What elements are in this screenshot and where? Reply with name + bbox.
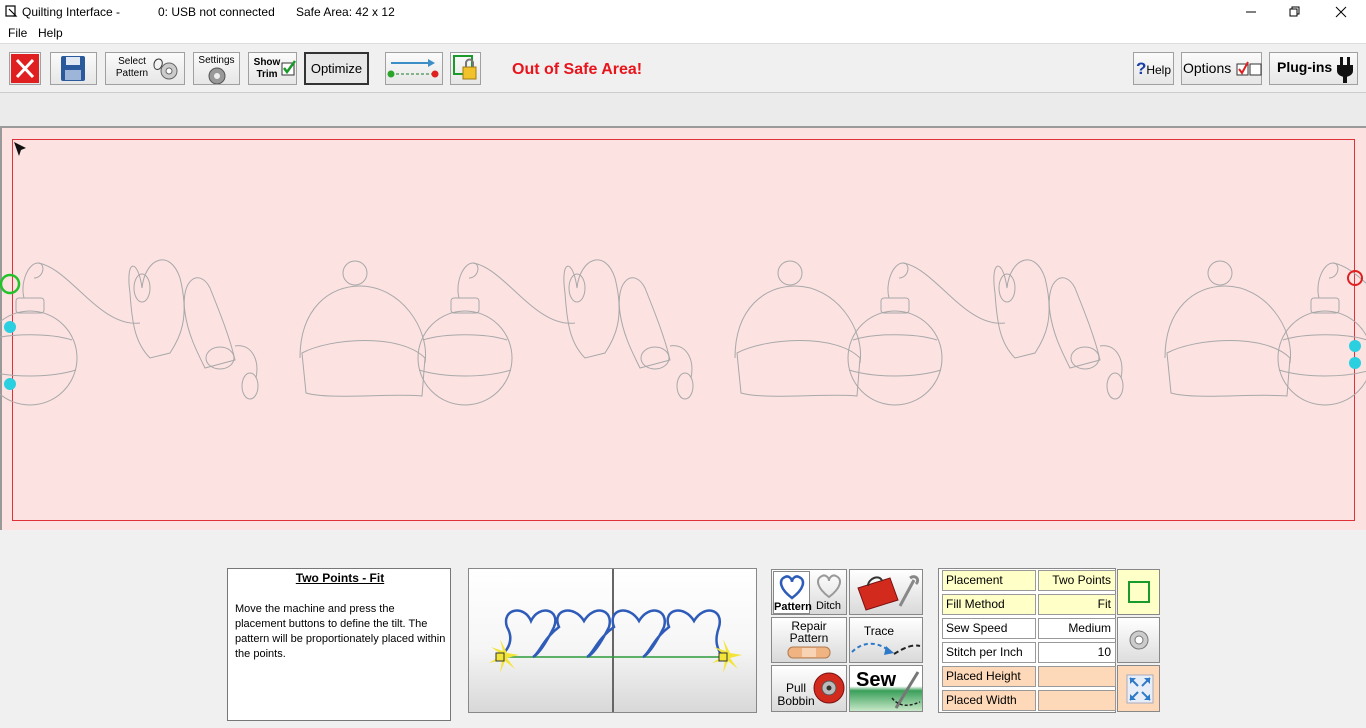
- property-row-stitch-per-inch: Stitch per Inch 10: [940, 641, 1116, 664]
- settings-button[interactable]: Settings: [193, 52, 240, 85]
- bandage-icon: [787, 646, 831, 659]
- property-label: Sew Speed: [942, 618, 1036, 639]
- menu-file[interactable]: File: [8, 26, 27, 40]
- select-pattern-button[interactable]: Select Pattern: [105, 52, 185, 85]
- placement-info-box: Two Points - Fit Move the machine and pr…: [227, 568, 451, 721]
- show-trim-line1: Show: [253, 57, 281, 68]
- question-icon: ?: [1135, 59, 1147, 78]
- property-row-sew-speed: Sew Speed Medium: [940, 617, 1116, 640]
- minimize-icon: [1246, 11, 1256, 13]
- plugins-button[interactable]: Plug-ins: [1269, 52, 1358, 85]
- lock-area-button[interactable]: [450, 52, 481, 85]
- trace-button[interactable]: Trace: [849, 617, 923, 663]
- plugins-label: Plug-ins: [1277, 59, 1333, 75]
- options-button[interactable]: Options: [1181, 52, 1262, 85]
- info-text: Move the machine and press the placement…: [235, 603, 446, 660]
- pattern-mode-button[interactable]: Pattern: [773, 571, 812, 614]
- close-window-button[interactable]: [1318, 0, 1364, 24]
- properties-table: Placement Two Points Fill Method Fit Sew…: [938, 568, 1116, 713]
- property-row-placement: Placement Two Points: [940, 569, 1116, 592]
- menu-help[interactable]: Help: [38, 26, 63, 40]
- pattern-label: Pattern: [774, 601, 812, 613]
- placement-preview: [468, 568, 757, 713]
- pattern-preview: [0, 142, 1366, 406]
- app-icon: [5, 5, 18, 17]
- ditch-label: Ditch: [815, 600, 842, 612]
- property-value[interactable]: [1038, 666, 1116, 687]
- placement-select-button[interactable]: [1117, 569, 1160, 615]
- needle-icon: [891, 671, 921, 709]
- property-row-placed-height: Placed Height: [940, 665, 1116, 688]
- save-button[interactable]: [50, 52, 97, 85]
- settings-label: Settings: [198, 55, 235, 66]
- toolbar: Select Pattern Settings Show Trim Optimi…: [0, 43, 1366, 93]
- select-pattern-label-line1: Select: [118, 56, 146, 67]
- pull-bobbin-button[interactable]: Pull Bobbin: [771, 665, 847, 712]
- move-line-button[interactable]: [385, 52, 443, 85]
- lock-icon: [453, 55, 477, 80]
- restore-button[interactable]: [1272, 0, 1318, 24]
- pattern-gear-icon: [153, 58, 178, 80]
- property-value[interactable]: Fit: [1038, 594, 1116, 615]
- property-label: Stitch per Inch: [942, 642, 1036, 663]
- property-label: Placement: [942, 570, 1036, 591]
- property-value[interactable]: [1038, 690, 1116, 711]
- pattern-ditch-toggle[interactable]: Pattern Ditch: [771, 569, 847, 615]
- toolbox-icon: [857, 575, 920, 611]
- heart-icon: [779, 575, 805, 600]
- show-trim-toggle[interactable]: Show Trim: [248, 52, 297, 85]
- help-button[interactable]: ?Help: [1133, 52, 1174, 85]
- heart-outline-icon: [816, 574, 842, 599]
- close-icon: [1335, 6, 1347, 18]
- usb-status: 0: USB not connected: [158, 5, 275, 19]
- toolbox-button[interactable]: [849, 569, 923, 615]
- property-value[interactable]: Medium: [1038, 618, 1116, 639]
- trace-label: Trace: [863, 624, 895, 638]
- help-label: Help: [1146, 63, 1172, 77]
- trace-arrow-icon: [851, 642, 921, 655]
- ditch-mode-button[interactable]: Ditch: [811, 571, 846, 614]
- checkbox-icon: [1236, 61, 1262, 76]
- title-bar: Quilting Interface - 0: USB not connecte…: [0, 0, 1366, 24]
- speed-settings-button[interactable]: [1117, 617, 1160, 663]
- property-row-fill-method: Fill Method Fit: [940, 593, 1116, 616]
- square-select-icon: [1128, 581, 1150, 603]
- minimize-button[interactable]: [1228, 0, 1274, 24]
- optimize-button[interactable]: Optimize: [304, 52, 369, 85]
- restore-icon: [1289, 6, 1300, 17]
- property-label: Placed Height: [942, 666, 1036, 687]
- red-x-icon: [11, 54, 39, 83]
- menu-bar: File Help: [0, 24, 1366, 43]
- gear-icon: [208, 67, 226, 84]
- status-message: Out of Safe Area!: [512, 61, 643, 78]
- property-label: Fill Method: [942, 594, 1036, 615]
- checkmark-icon: [281, 60, 296, 76]
- show-trim-line2: Trim: [256, 69, 278, 80]
- floppy-disk-icon: [61, 56, 85, 81]
- two-points-hearts-icon: [489, 609, 742, 673]
- point-to-point-icon: [387, 59, 439, 78]
- property-label: Placed Width: [942, 690, 1036, 711]
- options-label: Options: [1183, 60, 1232, 76]
- property-value[interactable]: Two Points: [1038, 570, 1116, 591]
- expand-arrows-icon: [1126, 674, 1154, 704]
- repair-pattern-button[interactable]: Repair Pattern: [771, 617, 847, 663]
- sew-button[interactable]: Sew: [849, 665, 923, 712]
- safe-area-size: Safe Area: 42 x 12: [296, 5, 395, 19]
- bobbin-icon: [813, 672, 845, 704]
- plug-icon: [1337, 57, 1353, 83]
- select-pattern-label-line2: Pattern: [115, 68, 149, 79]
- info-title: Two Points - Fit: [295, 571, 385, 585]
- window-title: Quilting Interface -: [22, 5, 121, 19]
- resize-button[interactable]: [1117, 665, 1160, 712]
- property-value[interactable]: 10: [1038, 642, 1116, 663]
- canvas-header-strip: [0, 93, 1366, 128]
- gear-icon: [1129, 630, 1149, 650]
- repair-label-line2: Pattern: [789, 631, 829, 645]
- exit-button[interactable]: [9, 52, 41, 85]
- property-row-placed-width: Placed Width: [940, 689, 1116, 712]
